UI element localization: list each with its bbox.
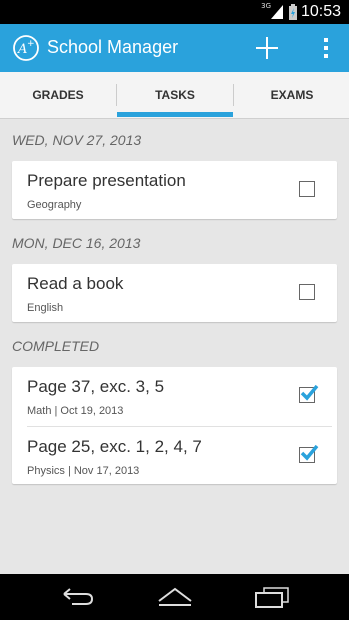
- back-icon[interactable]: [60, 586, 94, 613]
- task-checkbox[interactable]: [299, 284, 315, 300]
- app-logo-icon[interactable]: A +: [12, 34, 40, 67]
- action-bar: A + School Manager: [0, 24, 349, 72]
- network-type: 3G: [261, 2, 271, 10]
- battery-icon: [289, 4, 297, 25]
- tab-exams[interactable]: EXAMS: [234, 72, 349, 118]
- tab-grades[interactable]: GRADES: [0, 72, 116, 118]
- app-title: School Manager: [47, 37, 179, 57]
- task-item[interactable]: Read a book English: [12, 264, 337, 324]
- recent-apps-icon[interactable]: [254, 586, 290, 613]
- checkmark-icon: [300, 444, 319, 461]
- section-header: WED, NOV 27, 2013: [12, 132, 142, 148]
- task-subject: English: [27, 302, 64, 314]
- task-card: Read a book English: [12, 264, 337, 322]
- home-icon[interactable]: [156, 586, 194, 613]
- svg-text:A: A: [17, 42, 27, 57]
- task-item[interactable]: Prepare presentation Geography: [12, 161, 337, 221]
- task-item[interactable]: Page 37, exc. 3, 5 Math | Oct 19, 2013: [12, 367, 337, 427]
- task-checkbox[interactable]: [299, 181, 315, 197]
- task-subject-date: Physics | Nov 17, 2013: [27, 465, 140, 477]
- task-title: Read a book: [27, 274, 124, 293]
- section-header: COMPLETED: [12, 338, 100, 354]
- overflow-menu-icon[interactable]: [323, 37, 329, 59]
- task-title: Page 37, exc. 3, 5: [27, 377, 165, 396]
- clock: 10:53: [300, 3, 341, 20]
- task-card: Page 37, exc. 3, 5 Math | Oct 19, 2013 P…: [12, 367, 337, 484]
- svg-text:+: +: [27, 39, 35, 49]
- task-title: Prepare presentation: [27, 171, 186, 190]
- task-subject: Geography: [27, 199, 82, 211]
- task-title: Page 25, exc. 1, 2, 4, 7: [27, 437, 202, 456]
- task-card: Prepare presentation Geography: [12, 161, 337, 219]
- task-subject-date: Math | Oct 19, 2013: [27, 405, 124, 417]
- checkmark-icon: [300, 384, 319, 401]
- section-header: MON, DEC 16, 2013: [12, 235, 141, 251]
- task-item[interactable]: Page 25, exc. 1, 2, 4, 7 Physics | Nov 1…: [12, 427, 337, 487]
- task-checkbox-checked[interactable]: [299, 444, 319, 463]
- tab-selected-indicator: [117, 112, 233, 117]
- task-checkbox-checked[interactable]: [299, 384, 319, 403]
- status-bar: 3G 10:53: [0, 0, 349, 24]
- system-nav-bar: [0, 574, 349, 620]
- add-icon[interactable]: [255, 36, 279, 60]
- signal-icon: [271, 5, 283, 24]
